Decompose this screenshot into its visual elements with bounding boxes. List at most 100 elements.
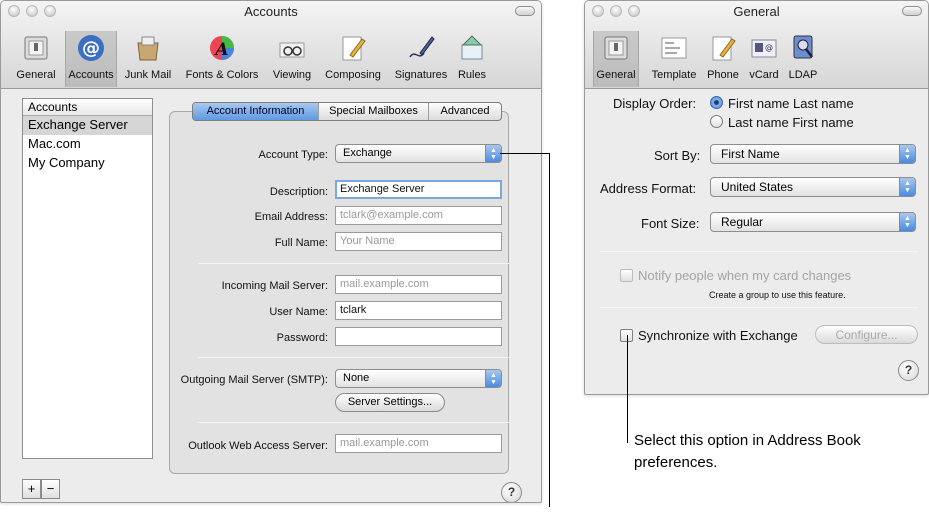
font-size-value: Regular (721, 215, 764, 229)
general-toolbar: General General Template Phone @ vCard L… (585, 1, 928, 89)
address-format-value: United States (721, 180, 794, 194)
toolbar-label: Composing (325, 69, 381, 81)
tab-account-information[interactable]: Account Information (193, 103, 319, 120)
notify-checkbox[interactable] (620, 269, 633, 282)
popup-arrows-icon: ▲ ▼ (899, 178, 915, 196)
sort-by-label: Sort By: (654, 148, 701, 163)
tab-advanced[interactable]: Advanced (429, 103, 501, 120)
radio-label[interactable]: Last name First name (728, 115, 854, 130)
toolbar-accounts[interactable]: @ Accounts (65, 31, 117, 87)
toolbar-label: Fonts & Colors (185, 69, 259, 81)
section-divider (198, 357, 510, 358)
list-item[interactable]: Exchange Server (23, 116, 152, 135)
svg-text:@: @ (765, 43, 773, 52)
owa-server-label: Outlook Web Access Server: (188, 440, 328, 452)
toolbar-toggle-button[interactable] (902, 6, 922, 16)
smtp-label: Outgoing Mail Server (SMTP): (180, 374, 328, 386)
toolbar-label: Template (651, 69, 697, 81)
accounts-toolbar: Accounts General @ Accounts Junk Mail A … (1, 1, 541, 89)
email-address-label: Email Address: (254, 211, 328, 223)
svg-text:@: @ (82, 38, 100, 59)
general-switch-icon (604, 36, 628, 60)
display-order-first-last-radio[interactable] (710, 96, 723, 109)
configure-button[interactable]: Configure... (815, 325, 918, 344)
general-switch-icon (24, 36, 48, 60)
sync-exchange-label[interactable]: Synchronize with Exchange (638, 328, 798, 343)
section-divider (198, 422, 510, 423)
general-window: General General Template Phone @ vCard L… (584, 0, 929, 395)
toolbar-composing[interactable]: Composing (319, 31, 387, 87)
password-field[interactable] (335, 327, 502, 346)
popup-arrows-icon: ▲ ▼ (485, 145, 501, 162)
help-button[interactable]: ? (501, 482, 522, 502)
account-type-label: Account Type: (258, 149, 328, 161)
description-field[interactable]: Exchange Server (335, 180, 502, 199)
password-label: Password: (276, 332, 328, 344)
smtp-value: None (343, 372, 370, 384)
radio-label[interactable]: First name Last name (728, 96, 854, 111)
toolbar-fonts-colors[interactable]: A Fonts & Colors (181, 31, 263, 87)
remove-account-button[interactable]: − (41, 479, 60, 499)
composing-pencil-icon (342, 36, 366, 61)
toolbar-label: Phone (707, 69, 739, 81)
font-size-popup[interactable]: Regular ▲ ▼ (710, 212, 916, 232)
list-item[interactable]: My Company (23, 154, 152, 173)
toolbar-toggle-button[interactable] (515, 6, 535, 16)
junk-mail-icon (137, 36, 159, 61)
toolbar-label: General (596, 69, 636, 81)
list-item[interactable]: Mac.com (23, 135, 152, 154)
account-type-value: Exchange (343, 147, 392, 159)
toolbar-signatures[interactable]: Signatures (389, 31, 453, 87)
toolbar-vcard[interactable]: @ vCard (744, 31, 784, 87)
display-order-last-first-radio[interactable] (710, 115, 723, 128)
toolbar-label: Accounts (68, 69, 114, 81)
vcard-icon: @ (751, 39, 777, 58)
callout-line (627, 335, 628, 443)
add-account-button[interactable]: + (22, 479, 41, 499)
toolbar-general[interactable]: General (593, 31, 639, 87)
glasses-icon (279, 42, 305, 58)
toolbar-label: Junk Mail (124, 69, 172, 81)
notify-label[interactable]: Notify people when my card changes (638, 268, 851, 283)
smtp-popup[interactable]: None ▲ ▼ (335, 369, 502, 388)
section-divider (600, 307, 918, 308)
toolbar-label: General (16, 69, 56, 81)
at-sign-icon: @ (78, 35, 104, 61)
full-name-field[interactable]: Your Name (335, 232, 502, 251)
toolbar-label: Rules (457, 69, 487, 81)
window-title: Accounts (244, 4, 298, 19)
toolbar-general[interactable]: General (13, 31, 59, 87)
window-title: General (733, 4, 780, 19)
section-divider (198, 263, 510, 264)
phone-format-icon (712, 36, 736, 61)
tab-special-mailboxes[interactable]: Special Mailboxes (319, 103, 429, 120)
toolbar-viewing[interactable]: Viewing (267, 31, 317, 87)
owa-server-field[interactable]: mail.example.com (335, 434, 502, 453)
toolbar-ldap[interactable]: LDAP (784, 31, 822, 87)
toolbar-phone[interactable]: Phone (703, 31, 743, 87)
display-order-label: Display Order: (613, 96, 697, 111)
callout-line (500, 153, 550, 154)
accounts-list-header[interactable]: Accounts (23, 99, 152, 116)
description-label: Description: (269, 186, 328, 198)
toolbar-label: vCard (749, 69, 779, 81)
toolbar-label: LDAP (788, 69, 818, 81)
server-settings-button[interactable]: Server Settings... (335, 393, 445, 412)
incoming-server-field[interactable]: mail.example.com (335, 275, 502, 294)
incoming-server-label: Incoming Mail Server: (221, 280, 328, 292)
sort-by-popup[interactable]: First Name ▲ ▼ (710, 144, 916, 164)
popup-arrows-icon: ▲ ▼ (485, 370, 501, 387)
account-tabs: Account Information Special Mailboxes Ad… (192, 102, 502, 121)
help-button[interactable]: ? (898, 360, 919, 381)
account-type-popup[interactable]: Exchange ▲ ▼ (335, 144, 502, 163)
user-name-field[interactable]: tclark (335, 301, 502, 320)
toolbar-rules[interactable]: Rules (453, 31, 491, 87)
email-address-field[interactable]: tclark@example.com (335, 206, 502, 225)
address-format-popup[interactable]: United States ▲ ▼ (710, 177, 916, 197)
toolbar-template[interactable]: Template (645, 31, 703, 87)
accounts-window: Accounts General @ Accounts Junk Mail A … (0, 0, 542, 503)
svg-text:A: A (213, 40, 228, 60)
accounts-list[interactable]: Accounts Exchange Server Mac.com My Comp… (22, 98, 153, 459)
toolbar-junk-mail[interactable]: Junk Mail (121, 31, 175, 87)
rules-icon (461, 35, 483, 60)
